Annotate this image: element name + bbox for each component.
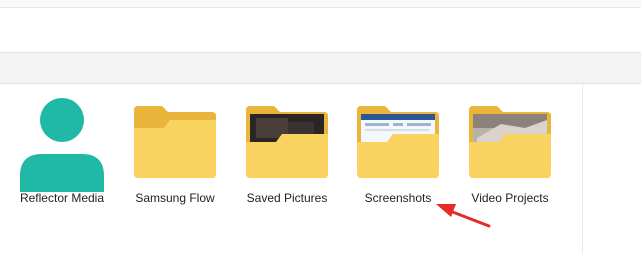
- command-toolbar: [0, 53, 641, 84]
- folder-label: Saved Pictures: [246, 191, 328, 205]
- folder-item-screenshots[interactable]: Screenshots: [343, 90, 453, 220]
- window-top-strip: [0, 0, 641, 8]
- folder-item-reflector-media[interactable]: Reflector Media: [7, 90, 117, 220]
- folder-icon: [134, 106, 216, 178]
- address-bar[interactable]: [0, 8, 641, 53]
- user-icon: [20, 98, 104, 192]
- folder-item-samsung-flow[interactable]: Samsung Flow: [120, 90, 230, 220]
- folder-item-saved-pictures[interactable]: Saved Pictures: [232, 90, 342, 220]
- folder-video-icon: [469, 106, 551, 178]
- folder-dark-photo-icon: [246, 106, 328, 178]
- folder-label: Video Projects: [471, 191, 549, 205]
- folder-label: Reflector Media: [19, 191, 105, 205]
- folder-label: Screenshots: [364, 191, 432, 205]
- pane-divider: [582, 84, 583, 254]
- folder-label: Samsung Flow: [135, 191, 215, 205]
- folder-item-video-projects[interactable]: Video Projects: [455, 90, 565, 220]
- folder-screenshot-icon: [357, 106, 439, 178]
